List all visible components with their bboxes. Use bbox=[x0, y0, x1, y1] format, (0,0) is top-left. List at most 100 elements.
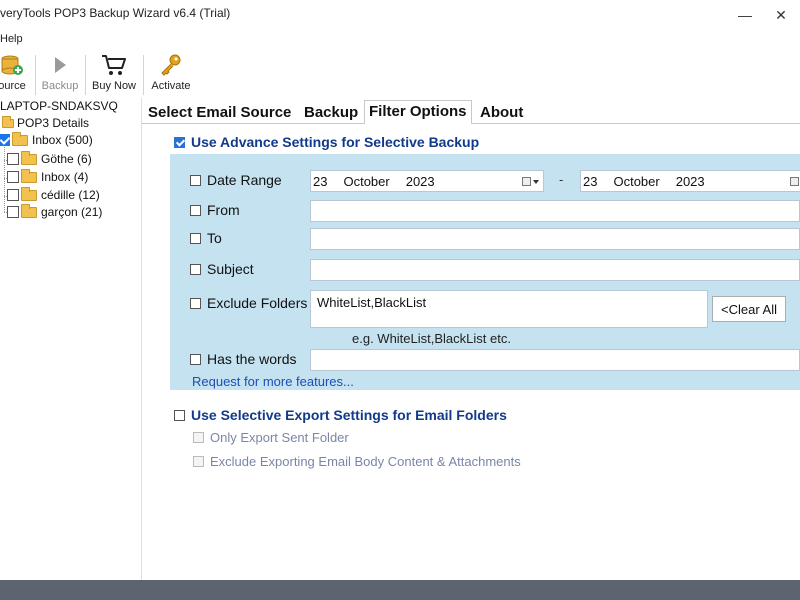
request-features-link[interactable]: Request for more features... bbox=[192, 374, 354, 389]
tree-item-label: cédille (12) bbox=[41, 188, 100, 202]
date-to-picker[interactable]: 23 October 2023 bbox=[580, 170, 800, 192]
activate-button[interactable]: Activate bbox=[148, 52, 194, 96]
date-range-label: Date Range bbox=[207, 172, 282, 188]
folder-tree: LAPTOP-SNDAKSVQ POP3 Details Inbox (500)… bbox=[0, 98, 142, 580]
exclude-body-option[interactable]: Exclude Exporting Email Body Content & A… bbox=[193, 454, 521, 469]
date-from-day: 23 bbox=[313, 173, 328, 189]
date-to-year: 2023 bbox=[675, 173, 705, 189]
subject-input[interactable] bbox=[310, 259, 800, 281]
only-export-sent-label: Only Export Sent Folder bbox=[210, 430, 349, 445]
exclude-body-checkbox[interactable] bbox=[193, 456, 204, 467]
only-export-sent-option[interactable]: Only Export Sent Folder bbox=[193, 430, 349, 445]
tab-filter-options[interactable]: Filter Options bbox=[364, 100, 472, 125]
date-range-option[interactable]: Date Range bbox=[190, 172, 282, 188]
calendar-dropdown-icon[interactable] bbox=[521, 175, 539, 188]
tab-about[interactable]: About bbox=[476, 102, 527, 124]
selective-export-checkbox[interactable] bbox=[174, 409, 185, 421]
to-checkbox[interactable] bbox=[190, 232, 201, 244]
tree-item-inbox-500[interactable]: Inbox (500) bbox=[0, 131, 93, 148]
tab-backup[interactable]: Backup bbox=[300, 102, 362, 124]
exclude-folders-label: Exclude Folders bbox=[207, 295, 308, 311]
selective-export-toggle[interactable]: Use Selective Export Settings for Email … bbox=[174, 407, 507, 423]
advance-settings-label: Use Advance Settings for Selective Backu… bbox=[191, 134, 480, 150]
selective-export-label: Use Selective Export Settings for Email … bbox=[191, 407, 507, 423]
advance-settings-toggle[interactable]: Use Advance Settings for Selective Backu… bbox=[174, 134, 479, 150]
toolbar-separator bbox=[143, 55, 144, 95]
tree-item-garcon[interactable]: garçon (21) bbox=[7, 203, 103, 220]
exclude-body-label: Exclude Exporting Email Body Content & A… bbox=[210, 454, 521, 469]
tree-item-checkbox[interactable] bbox=[7, 153, 19, 165]
tree-root[interactable]: LAPTOP-SNDAKSVQ bbox=[0, 98, 118, 114]
tab-select-email-source[interactable]: Select Email Source bbox=[144, 102, 295, 124]
subject-option[interactable]: Subject bbox=[190, 261, 254, 277]
tree-item-label: Inbox (4) bbox=[41, 170, 89, 184]
folder-icon bbox=[21, 203, 37, 218]
to-label: To bbox=[207, 230, 222, 246]
date-from-year: 2023 bbox=[405, 173, 435, 189]
calendar-dropdown-icon[interactable] bbox=[785, 175, 800, 188]
chevron-down-icon bbox=[532, 179, 539, 184]
to-input[interactable] bbox=[310, 228, 800, 250]
date-range-checkbox[interactable] bbox=[190, 174, 201, 186]
menu-help[interactable]: Help bbox=[0, 33, 23, 45]
subject-label: Subject bbox=[207, 261, 254, 277]
tree-item-cedille[interactable]: cédille (12) bbox=[7, 186, 100, 203]
advance-settings-checkbox[interactable] bbox=[174, 136, 185, 148]
folder-icon bbox=[2, 115, 14, 128]
backup-button[interactable]: Backup bbox=[40, 52, 80, 96]
clear-all-button[interactable]: <Clear All bbox=[712, 296, 786, 322]
backup-label: Backup bbox=[41, 80, 79, 92]
from-option[interactable]: From bbox=[190, 202, 240, 218]
folder-icon bbox=[21, 186, 37, 201]
advance-settings-panel: Date Range 23 October 2023 - 23 October … bbox=[170, 154, 800, 390]
minimize-button[interactable]: — bbox=[732, 4, 758, 26]
status-bar bbox=[0, 580, 800, 600]
toolbar: ource Backup Buy Now Activate bbox=[0, 50, 800, 98]
title-bar: veryTools POP3 Backup Wizard v6.4 (Trial… bbox=[0, 0, 800, 30]
date-from-picker[interactable]: 23 October 2023 bbox=[310, 170, 544, 192]
exclude-folders-checkbox[interactable] bbox=[190, 297, 201, 309]
tree-item-label: Göthe (6) bbox=[41, 152, 92, 166]
from-label: From bbox=[207, 202, 240, 218]
tree-item-checkbox[interactable] bbox=[7, 171, 19, 183]
tree-item-inbox-4[interactable]: Inbox (4) bbox=[7, 168, 89, 185]
tree-account[interactable]: POP3 Details bbox=[2, 115, 89, 131]
play-icon bbox=[47, 52, 73, 78]
tree-item-checkbox[interactable] bbox=[0, 134, 10, 146]
tree-item-checkbox[interactable] bbox=[7, 189, 19, 201]
database-add-icon bbox=[0, 52, 25, 78]
has-words-option[interactable]: Has the words bbox=[190, 351, 296, 367]
tree-item-label: garçon (21) bbox=[41, 205, 103, 219]
exclude-folders-input[interactable]: WhiteList,BlackList bbox=[310, 290, 708, 328]
tab-strip: Select Email Source Backup Filter Option… bbox=[142, 98, 800, 125]
from-input[interactable] bbox=[310, 200, 800, 222]
date-from-month: October bbox=[343, 173, 390, 189]
close-button[interactable]: ✕ bbox=[768, 4, 794, 26]
source-button[interactable]: ource bbox=[0, 52, 32, 96]
from-checkbox[interactable] bbox=[190, 204, 201, 216]
has-words-input[interactable] bbox=[310, 349, 800, 371]
activate-label: Activate bbox=[151, 80, 191, 92]
key-icon bbox=[158, 52, 184, 78]
to-option[interactable]: To bbox=[190, 230, 222, 246]
tree-item-checkbox[interactable] bbox=[7, 206, 19, 218]
calendar-icon bbox=[789, 177, 799, 186]
date-to-month: October bbox=[613, 173, 660, 189]
buy-now-label: Buy Now bbox=[91, 80, 137, 92]
has-words-checkbox[interactable] bbox=[190, 353, 201, 365]
calendar-icon bbox=[521, 177, 531, 186]
folder-icon bbox=[21, 150, 37, 165]
exclude-folders-option[interactable]: Exclude Folders bbox=[190, 295, 307, 311]
window-title: veryTools POP3 Backup Wizard v6.4 (Trial… bbox=[0, 6, 231, 20]
menu-bar: Help bbox=[0, 30, 800, 50]
tree-root-label: LAPTOP-SNDAKSVQ bbox=[0, 99, 118, 113]
only-export-sent-checkbox[interactable] bbox=[193, 432, 204, 443]
folder-icon bbox=[12, 131, 28, 146]
main-panel: Select Email Source Backup Filter Option… bbox=[142, 98, 800, 580]
filter-options-content: Use Advance Settings for Selective Backu… bbox=[142, 124, 800, 580]
toolbar-separator bbox=[35, 55, 36, 95]
tree-item-gothe[interactable]: Göthe (6) bbox=[7, 150, 92, 167]
date-to-day: 23 bbox=[583, 173, 598, 189]
subject-checkbox[interactable] bbox=[190, 263, 201, 275]
buy-now-button[interactable]: Buy Now bbox=[90, 52, 138, 96]
